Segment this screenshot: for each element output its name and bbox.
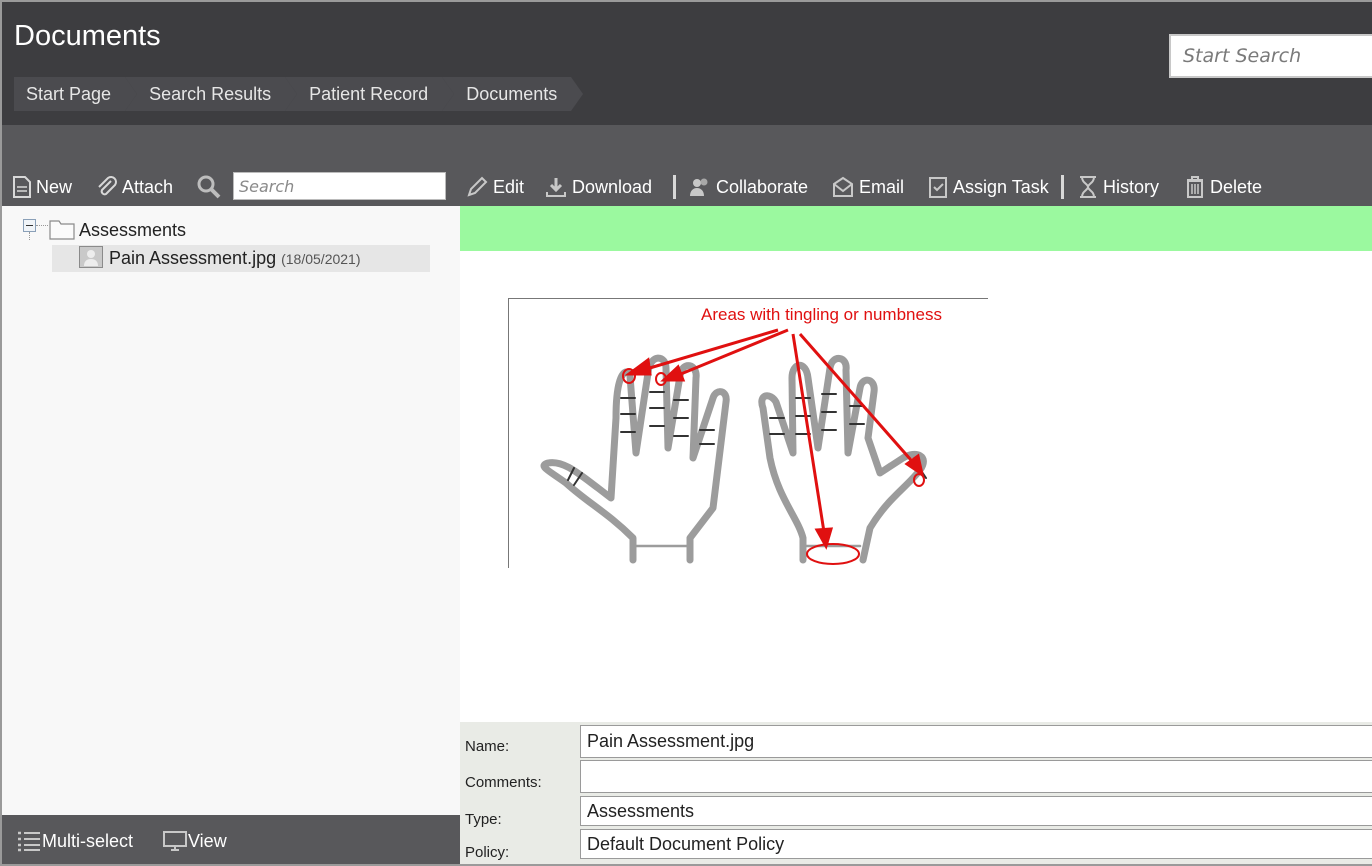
document-search-input[interactable]	[234, 173, 445, 199]
download-icon	[546, 178, 566, 197]
collaborate-button[interactable]: Collaborate	[688, 172, 808, 202]
edit-label: Edit	[493, 176, 525, 197]
file-date: (18/05/2021)	[281, 251, 361, 267]
global-search-box[interactable]	[1169, 34, 1372, 78]
delete-button[interactable]: Delete	[1184, 172, 1262, 202]
page-title: Documents	[14, 20, 161, 52]
attach-label: Attach	[122, 176, 174, 197]
history-label: History	[1103, 176, 1160, 197]
multi-select-label: Multi-select	[42, 830, 134, 851]
download-button[interactable]: Download	[544, 172, 652, 202]
folder-icon	[49, 220, 75, 240]
toolbar-divider	[673, 175, 676, 199]
breadcrumb-documents[interactable]: Documents	[442, 77, 584, 111]
breadcrumb-patient-record[interactable]: Patient Record	[285, 77, 455, 111]
email-icon	[833, 176, 853, 197]
new-label: New	[36, 176, 73, 197]
search-icon-button[interactable]	[196, 172, 226, 202]
monitor-icon	[163, 831, 187, 851]
view-button[interactable]: View	[162, 830, 227, 852]
paperclip-icon	[98, 176, 117, 196]
email-label: Email	[859, 176, 905, 197]
breadcrumb: Start Page Search Results Patient Record…	[14, 77, 584, 111]
new-button[interactable]: New	[12, 172, 72, 202]
name-label: Name:	[465, 738, 510, 755]
document-preview-panel: Areas with tingling or numbness Name: Pa…	[460, 206, 1372, 864]
type-select[interactable]: Assessments	[580, 796, 1372, 826]
folder-assessments[interactable]: Assessments	[79, 220, 186, 241]
search-icon	[197, 175, 221, 199]
preview-caption: Areas with tingling or numbness	[701, 305, 942, 324]
download-label: Download	[572, 176, 653, 197]
email-button[interactable]: Email	[831, 172, 904, 202]
breadcrumb-search-results[interactable]: Search Results	[125, 77, 298, 111]
documents-window: Documents Start Page Search Results Pati…	[0, 0, 1372, 866]
people-icon	[690, 178, 708, 196]
tree-connector	[36, 225, 48, 226]
document-preview-image: Areas with tingling or numbness	[508, 298, 988, 568]
collapse-toggle[interactable]	[23, 219, 36, 232]
breadcrumb-start-page[interactable]: Start Page	[14, 77, 138, 111]
left-footer-bar: Multi-select View	[2, 815, 460, 864]
toolbar: New Attach Edit Download Collaborate Ema…	[2, 125, 1372, 206]
new-document-icon	[13, 176, 31, 198]
file-name-text: Pain Assessment.jpg	[109, 248, 277, 268]
edit-button[interactable]: Edit	[465, 172, 524, 202]
policy-select[interactable]: Default Document Policy	[580, 829, 1372, 859]
comments-field[interactable]	[580, 760, 1372, 793]
attach-button[interactable]: Attach	[94, 172, 173, 202]
policy-label: Policy:	[465, 844, 510, 861]
assign-task-button[interactable]: Assign Task	[927, 172, 1049, 202]
header: Documents Start Page Search Results Pati…	[2, 2, 1372, 125]
tree-connector	[29, 232, 30, 240]
clipboard-check-icon	[929, 177, 947, 198]
name-field[interactable]: Pain Assessment.jpg	[580, 725, 1372, 758]
history-button[interactable]: History	[1077, 172, 1159, 202]
trash-icon	[1187, 176, 1203, 198]
document-tree-panel: Assessments Pain Assessment.jpg (18/05/2…	[2, 206, 460, 815]
delete-label: Delete	[1210, 176, 1263, 197]
status-bar	[460, 206, 1372, 251]
toolbar-divider	[1061, 175, 1064, 199]
comments-label: Comments:	[465, 774, 542, 791]
list-icon	[18, 831, 40, 852]
image-file-icon	[79, 246, 103, 268]
multi-select-button[interactable]: Multi-select	[16, 830, 133, 852]
hourglass-icon	[1080, 176, 1096, 198]
tree-file-item[interactable]: Pain Assessment.jpg (18/05/2021)	[52, 245, 430, 272]
pencil-icon	[467, 176, 488, 197]
global-search-input[interactable]	[1171, 36, 1372, 76]
document-search-box[interactable]	[233, 172, 446, 200]
document-properties: Name: Pain Assessment.jpg Comments: Type…	[460, 722, 1372, 864]
assign-task-label: Assign Task	[953, 176, 1049, 197]
file-name: Pain Assessment.jpg (18/05/2021)	[109, 248, 361, 269]
type-label: Type:	[465, 811, 502, 828]
view-label: View	[188, 830, 227, 851]
collaborate-label: Collaborate	[716, 176, 809, 197]
